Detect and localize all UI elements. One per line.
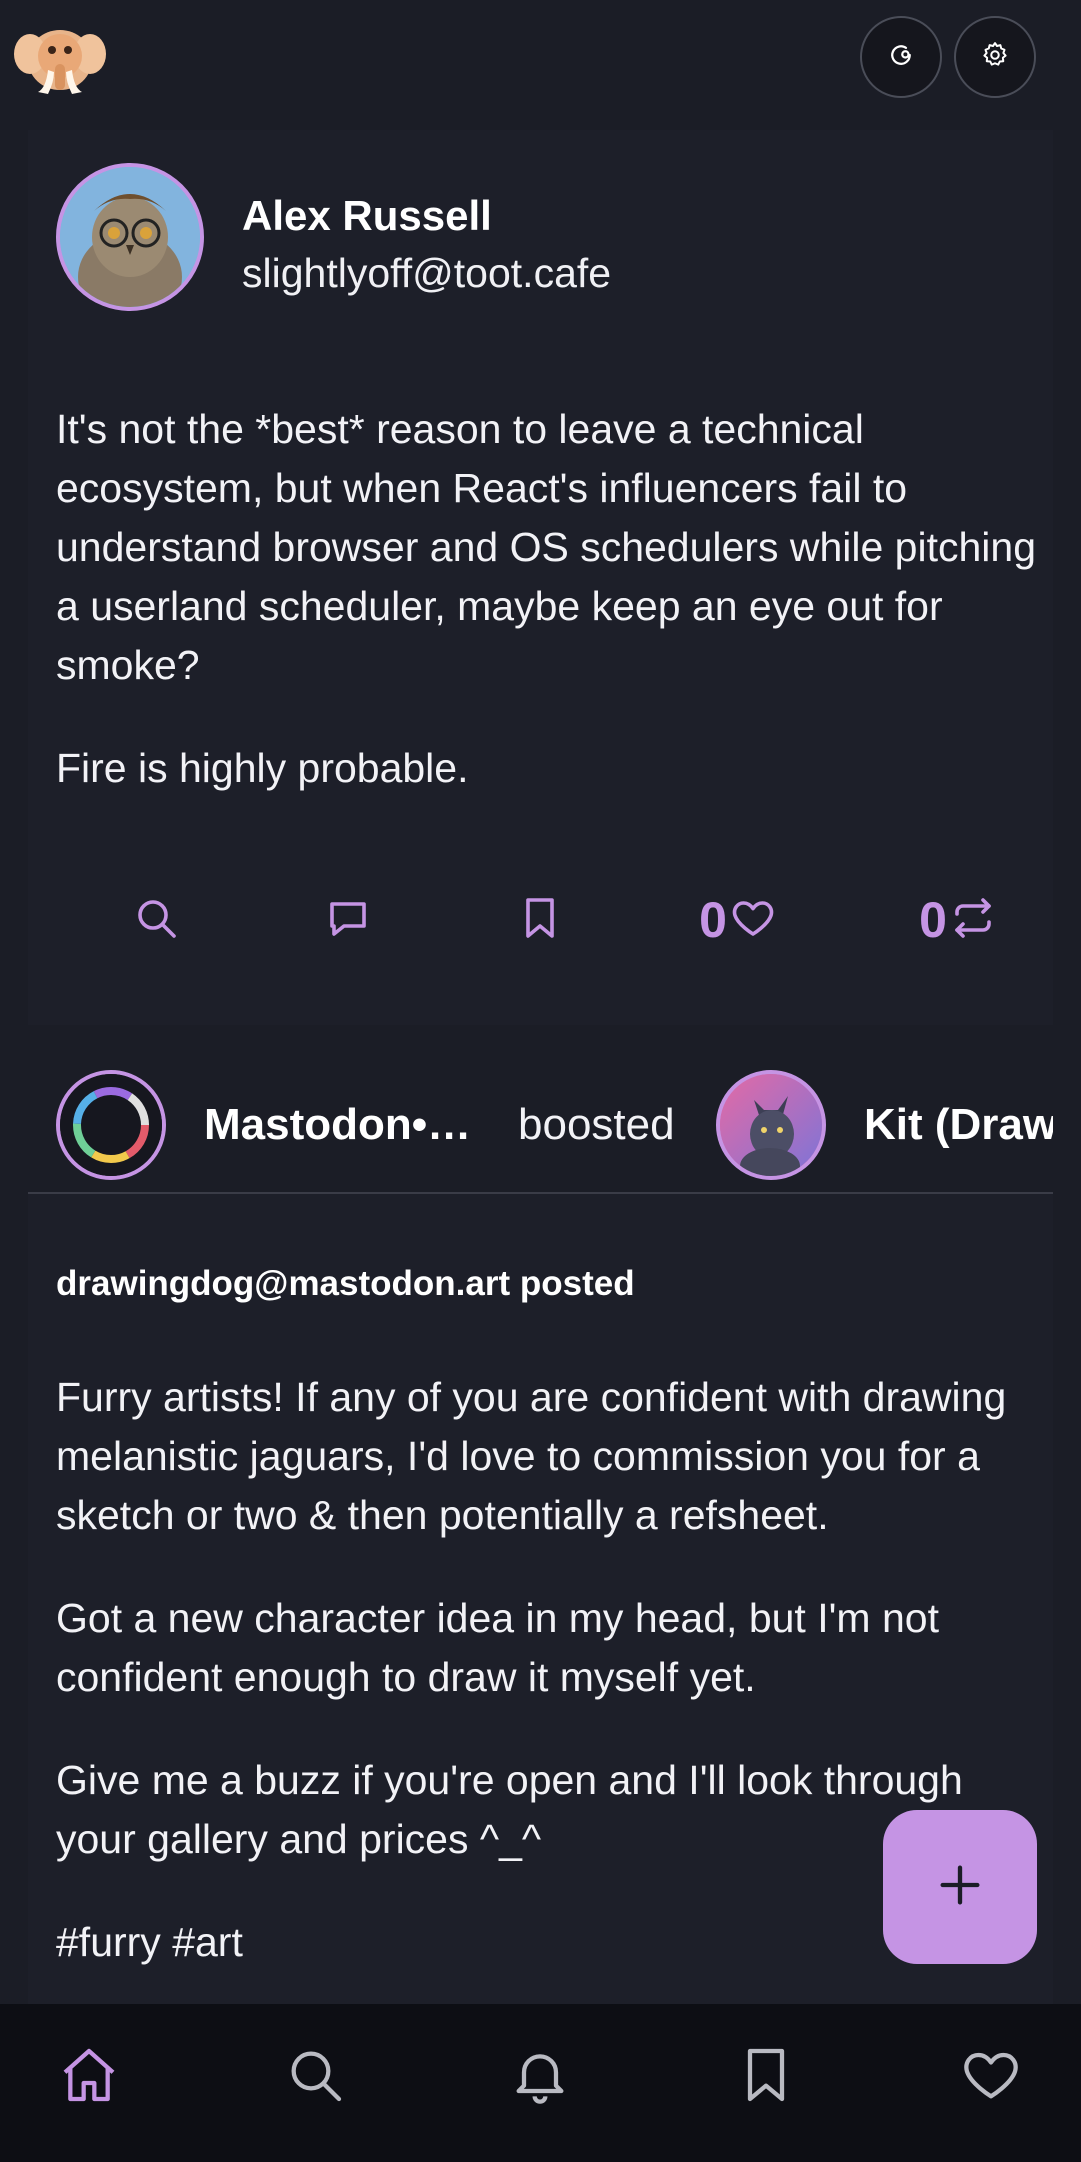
boosted-label: boosted (518, 1100, 675, 1149)
bookmark-button[interactable] (480, 870, 600, 970)
repeat-icon (949, 894, 997, 947)
search-icon (283, 2043, 347, 2112)
timeline-page: Alex Russell slightlyoff@toot.cafe It's … (0, 0, 1081, 2162)
gear-icon (980, 40, 1010, 75)
mastodon-elephant-icon[interactable] (14, 16, 106, 98)
post-paragraph: Got a new character idea in my head, but… (56, 1595, 939, 1700)
boost-count: 0 (919, 892, 947, 948)
bookmark-icon (734, 2043, 798, 2112)
author-handle[interactable]: slightlyoff@toot.cafe (242, 250, 611, 297)
nav-notifications[interactable] (495, 2032, 585, 2122)
plus-icon (934, 1859, 986, 1916)
refresh-icon (886, 40, 916, 75)
post-content: It's not the *best* reason to leave a te… (56, 400, 1046, 842)
heart-icon (959, 2043, 1023, 2112)
booster-name[interactable]: Mastodon•… (204, 1100, 471, 1150)
home-icon (57, 2043, 121, 2112)
avatar[interactable] (716, 1070, 826, 1180)
search-icon (132, 894, 180, 947)
avatar[interactable] (56, 163, 204, 311)
reply-button[interactable] (288, 870, 408, 970)
boost-header: Mastodon•… boosted Kit (Draw (28, 1062, 1053, 1192)
bell-icon (508, 2043, 572, 2112)
post-actions: 0 0 (28, 870, 1053, 970)
settings-button[interactable] (954, 16, 1036, 98)
like-button[interactable]: 0 (658, 870, 818, 970)
nav-bookmarks[interactable] (721, 2032, 811, 2122)
like-count: 0 (699, 892, 727, 948)
nav-search[interactable] (270, 2032, 360, 2122)
boosted-author-name[interactable]: Kit (Draw (864, 1100, 1053, 1150)
bookmark-icon (516, 894, 564, 947)
post-card[interactable]: Alex Russell slightlyoff@toot.cafe It's … (28, 130, 1053, 1025)
refresh-button[interactable] (860, 16, 942, 98)
compose-button[interactable] (883, 1810, 1037, 1964)
bottom-nav (0, 2004, 1081, 2162)
author-name[interactable]: Alex Russell (242, 192, 492, 240)
comment-icon (324, 894, 372, 947)
nav-favourites[interactable] (946, 2032, 1036, 2122)
post-paragraph: It's not the *best* reason to leave a te… (56, 406, 1036, 688)
heart-icon (729, 894, 777, 947)
post-paragraph: Fire is highly probable. (56, 745, 469, 791)
posted-by-label[interactable]: drawingdog@mastodon.art posted (56, 1264, 635, 1304)
post-paragraph: Furry artists! If any of you are confide… (56, 1374, 1007, 1538)
avatar[interactable] (56, 1070, 166, 1180)
boost-button[interactable]: 0 (878, 870, 1038, 970)
nav-home[interactable] (44, 2032, 134, 2122)
top-bar (0, 0, 1081, 120)
search-button[interactable] (96, 870, 216, 970)
